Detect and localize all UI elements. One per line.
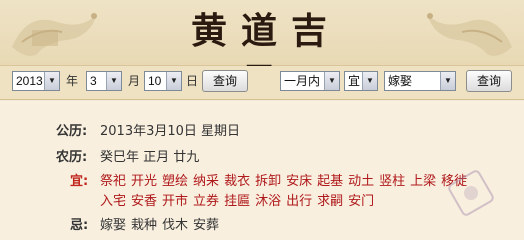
activity-select-value: 嫁娶 [388, 74, 413, 88]
day-label: 日 [186, 74, 199, 88]
yi-item: 开市 [162, 194, 189, 209]
chevron-down-icon[interactable]: ▼ [166, 72, 181, 90]
type-select[interactable]: 宜 ▼ [344, 71, 378, 91]
yi-item: 动土 [348, 174, 375, 189]
chevron-down-icon[interactable]: ▼ [44, 72, 59, 90]
nongli-label: 农历: [56, 150, 88, 165]
query-date-button[interactable]: 查询 [202, 70, 248, 92]
yi-item: 安香 [131, 194, 158, 209]
watermark-logo-icon [448, 170, 494, 216]
header-banner: 黄道吉日 [0, 0, 524, 102]
year-select[interactable]: 2013 ▼ [12, 71, 60, 91]
ji-item: 栽种 [131, 218, 158, 233]
ji-label: 忌: [70, 218, 89, 233]
type-select-value: 宜 [348, 74, 361, 88]
yi-item: 塑绘 [162, 174, 189, 189]
nongli-value: 癸巳年 正月 廿九 [100, 150, 200, 165]
month-label: 月 [128, 74, 141, 88]
month-select-value: 3 [90, 74, 97, 88]
year-label: 年 [66, 74, 79, 88]
yi-item: 求嗣 [317, 194, 344, 209]
chevron-down-icon[interactable]: ▼ [324, 72, 339, 90]
yi-item: 开光 [131, 174, 158, 189]
ji-row: 嫁娶 栽种 伐木 安葬 [100, 218, 224, 234]
yi-item: 入宅 [100, 194, 127, 209]
yi-item: 竖柱 [379, 174, 406, 189]
month-select[interactable]: 3 ▼ [86, 71, 122, 91]
gongli-label: 公历: [56, 124, 88, 139]
dragon-emblem-icon [427, 13, 512, 56]
day-select[interactable]: 10 ▼ [144, 71, 182, 91]
yi-item: 祭祀 [100, 174, 127, 189]
query-activity-button[interactable]: 查询 [466, 70, 512, 92]
yi-item: 拆卸 [255, 174, 282, 189]
ji-item: 伐木 [162, 218, 189, 233]
date-query-bar: 2013 ▼ 年 3 ▼ 月 10 ▼ 日 查询 一月内 ▼ 宜 ▼ 嫁娶 ▼ … [0, 66, 524, 100]
yi-item: 出行 [286, 194, 313, 209]
yi-item: 立券 [193, 194, 220, 209]
yi-item: 裁衣 [224, 174, 251, 189]
yi-item: 沐浴 [255, 194, 282, 209]
yi-label: 宜: [70, 174, 89, 189]
year-select-value: 2013 [16, 74, 43, 88]
range-select[interactable]: 一月内 ▼ [280, 71, 340, 91]
ji-item: 嫁娶 [100, 218, 127, 233]
ji-item: 安葬 [193, 218, 220, 233]
dragon-emblem-icon [12, 13, 97, 56]
yi-item: 纳采 [193, 174, 220, 189]
chevron-down-icon[interactable]: ▼ [106, 72, 121, 90]
yi-item: 安床 [286, 174, 313, 189]
activity-select[interactable]: 嫁娶 ▼ [384, 71, 456, 91]
chevron-down-icon[interactable]: ▼ [362, 72, 377, 90]
yi-item: 起基 [317, 174, 344, 189]
day-select-value: 10 [148, 74, 162, 88]
yi-item: 上梁 [410, 174, 437, 189]
yi-row-2: 入宅 安香 开市 立券 挂匾 沐浴 出行 求嗣 安门 [100, 194, 379, 210]
yi-item: 安门 [348, 194, 375, 209]
yi-item: 挂匾 [224, 194, 251, 209]
chevron-down-icon[interactable]: ▼ [440, 72, 455, 90]
range-select-value: 一月内 [284, 74, 321, 88]
date-info-panel: 公历: 2013年3月10日 星期日 农历: 癸巳年 正月 廿九 宜: 祭祀 开光… [0, 101, 524, 240]
yi-row-1: 祭祀 开光 塑绘 纳采 裁衣 拆卸 安床 起基 动土 竖柱 上梁 移徙 [100, 174, 472, 190]
gongli-value: 2013年3月10日 星期日 [100, 124, 241, 139]
